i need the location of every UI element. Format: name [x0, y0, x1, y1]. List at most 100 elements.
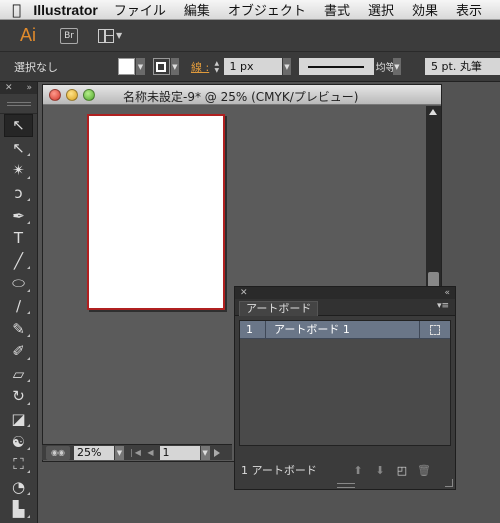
- tab-artboards[interactable]: アートボード: [239, 301, 319, 316]
- menu-effect[interactable]: 効果: [412, 0, 438, 19]
- collapse-icon[interactable]: «: [444, 287, 450, 299]
- graph-tool[interactable]: ▙: [0, 498, 37, 521]
- expand-icon[interactable]: »: [26, 82, 32, 94]
- tool-flyout-indicator-icon: [27, 288, 30, 292]
- tool-flyout-indicator-icon: [27, 401, 30, 405]
- tool-flyout-indicator-icon: [27, 153, 30, 157]
- menu-view[interactable]: 表示: [456, 0, 482, 19]
- artboard-options-icon[interactable]: [420, 324, 450, 335]
- warp-tool[interactable]: ☯: [0, 430, 37, 453]
- move-up-icon[interactable]: ⬆: [347, 464, 369, 477]
- menu-object[interactable]: オブジェクト: [228, 0, 306, 19]
- ellipse-tool[interactable]: ⬭: [0, 272, 37, 295]
- stroke-line-preview[interactable]: [299, 58, 374, 75]
- lasso-tool[interactable]: ↄ: [0, 182, 37, 205]
- menu-app-name[interactable]: Illustrator: [33, 2, 98, 18]
- panel-menu-icon[interactable]: ▾≡: [437, 301, 449, 311]
- close-window-button[interactable]: [49, 89, 61, 101]
- menu-edit[interactable]: 編集: [184, 0, 210, 19]
- artboard-list-row[interactable]: 1 アートボード 1: [240, 321, 450, 339]
- scroll-up-arrow-icon[interactable]: [429, 109, 437, 115]
- apple-icon[interactable]: : [0, 1, 33, 19]
- zoom-level-field[interactable]: 25%: [74, 445, 114, 460]
- artboard-number-dropdown[interactable]: ▼: [200, 445, 210, 460]
- artboard-nav-prev-icon[interactable]: |◀ ◀: [130, 448, 156, 457]
- type-tool[interactable]: T: [0, 227, 37, 250]
- ellipse-tool-icon: ⬭: [12, 274, 25, 293]
- tool-flyout-indicator-icon: [27, 356, 30, 360]
- selection-tool[interactable]: ↖: [4, 114, 33, 137]
- warp-tool-icon: ☯: [11, 432, 26, 451]
- application-bar: Ai Br ▼: [0, 20, 500, 52]
- shape-builder-tool-icon: ◔: [11, 477, 26, 496]
- fill-dropdown-button[interactable]: ▼: [136, 58, 145, 75]
- type-tool-icon: T: [13, 229, 24, 248]
- move-down-icon[interactable]: ⬇: [369, 464, 391, 477]
- tool-flyout-indicator-icon: [27, 514, 30, 518]
- scale-tool-icon: ◪: [11, 410, 26, 429]
- chevron-down-icon: ▼: [116, 31, 123, 40]
- artboard-name[interactable]: アートボード 1: [266, 321, 420, 338]
- pencil-tool-icon: ✎: [12, 319, 25, 338]
- zoom-dropdown[interactable]: ▼: [115, 445, 124, 460]
- brush-definition-field[interactable]: 5 pt. 丸筆: [425, 58, 500, 75]
- tool-flyout-indicator-icon: [27, 311, 30, 315]
- panel-grip[interactable]: [0, 94, 37, 114]
- eraser-tool[interactable]: ▱: [0, 363, 37, 386]
- bridge-button[interactable]: Br: [60, 27, 79, 44]
- window-controls: [49, 89, 95, 101]
- control-bar: 選択なし ▼ ▼ 線 : ▲ ▼ 1 px ▼ 均等 ▼ 5 pt. 丸筆: [0, 52, 500, 82]
- blob-brush-tool[interactable]: ✐: [0, 340, 37, 363]
- tool-flyout-indicator-icon: [27, 333, 30, 337]
- close-icon[interactable]: ✕: [5, 82, 13, 94]
- line-segment-tool[interactable]: ╱: [0, 250, 37, 273]
- magic-wand-tool[interactable]: ✴: [0, 159, 37, 182]
- workspace-layout-button[interactable]: ▼: [98, 28, 123, 43]
- stroke-weight-stepper[interactable]: ▲ ▼: [212, 58, 221, 75]
- panel-resize-corner[interactable]: [445, 479, 453, 487]
- status-menu-arrow-icon[interactable]: [213, 448, 220, 457]
- menu-select[interactable]: 選択: [368, 0, 394, 19]
- tool-flyout-indicator-icon: [27, 220, 30, 224]
- artboard[interactable]: [87, 114, 225, 310]
- stroke-weight-dropdown[interactable]: ▼: [282, 58, 292, 75]
- rotate-tool[interactable]: ↻: [0, 385, 37, 408]
- artboard-number-field[interactable]: 1: [159, 445, 200, 460]
- panel-resize-grip[interactable]: [337, 483, 355, 488]
- selection-tool-icon: ↖: [12, 116, 25, 135]
- scale-tool[interactable]: ◪: [0, 408, 37, 431]
- blob-brush-tool-icon: ✐: [12, 342, 25, 361]
- zoom-window-button[interactable]: [83, 89, 95, 101]
- artboards-panel-header: ✕ «: [235, 287, 455, 299]
- eraser-tool-icon: ▱: [12, 364, 25, 383]
- tools-panel-header: ✕ »: [0, 82, 37, 94]
- fill-color-swatch[interactable]: [118, 58, 136, 75]
- menu-file[interactable]: ファイル: [114, 0, 166, 19]
- stroke-color-swatch[interactable]: [152, 58, 170, 75]
- line-segment-tool-icon: ╱: [13, 251, 24, 270]
- tool-flyout-indicator-icon: [27, 492, 30, 496]
- free-transform-tool[interactable]: ⛶: [0, 453, 37, 476]
- shape-builder-tool[interactable]: ◔: [0, 476, 37, 499]
- pen-tool[interactable]: ✒: [0, 204, 37, 227]
- stroke-weight-field[interactable]: 1 px: [223, 58, 282, 75]
- stroke-label[interactable]: 線 :: [191, 59, 209, 75]
- menu-type[interactable]: 書式: [324, 0, 350, 19]
- gpu-preview-icon[interactable]: ◉◉: [46, 445, 70, 460]
- direct-selection-tool[interactable]: ↖: [0, 137, 37, 160]
- menu-bar:  Illustrator ファイル 編集 オブジェクト 書式 選択 効果 表示: [0, 0, 500, 20]
- document-title-bar[interactable]: 名称未設定-9* @ 25% (CMYK/プレビュー): [43, 85, 441, 105]
- new-artboard-icon[interactable]: ◰: [391, 464, 413, 477]
- graph-tool-icon: ▙: [12, 500, 25, 519]
- stroke-dropdown-button[interactable]: ▼: [170, 58, 179, 75]
- paintbrush-tool[interactable]: ∕: [0, 295, 37, 318]
- close-icon[interactable]: ✕: [240, 287, 248, 299]
- tool-flyout-indicator-icon: [27, 266, 30, 270]
- tool-list: ↖↖✴ↄ✒T╱⬭∕✎✐▱↻◪☯⛶◔▙✺: [0, 114, 37, 523]
- pencil-tool[interactable]: ✎: [0, 317, 37, 340]
- tool-flyout-indicator-icon: [27, 198, 30, 202]
- lasso-tool-icon: ↄ: [14, 184, 23, 203]
- minimize-window-button[interactable]: [66, 89, 78, 101]
- stroke-profile-dropdown[interactable]: ▼: [392, 58, 402, 75]
- delete-artboard-icon[interactable]: 🗑: [413, 464, 435, 477]
